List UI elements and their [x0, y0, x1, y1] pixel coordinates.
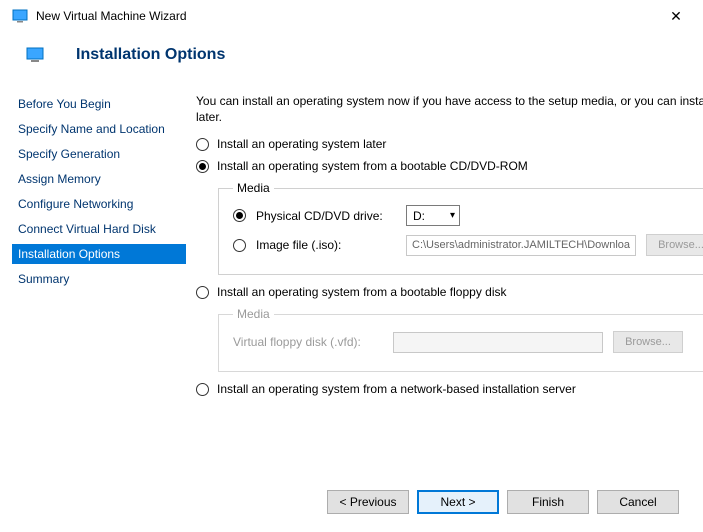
- window-title: New Virtual Machine Wizard: [36, 9, 657, 23]
- step-configure-networking[interactable]: Configure Networking: [12, 194, 186, 214]
- wizard-icon-large: [26, 46, 44, 64]
- chevron-down-icon: ▾: [450, 210, 455, 221]
- title-bar: New Virtual Machine Wizard ✕: [0, 0, 703, 30]
- browse-vfd-button: Browse...: [613, 331, 683, 353]
- drive-select[interactable]: D: ▾: [406, 205, 460, 226]
- radio-physical-drive[interactable]: [233, 209, 246, 222]
- wizard-icon: [12, 8, 28, 24]
- media-cd-legend: Media: [233, 181, 274, 195]
- label-install-later: Install an operating system later: [217, 137, 386, 151]
- step-summary[interactable]: Summary: [12, 269, 186, 289]
- media-floppy-legend: Media: [233, 307, 274, 321]
- step-specify-name[interactable]: Specify Name and Location: [12, 119, 186, 139]
- radio-install-floppy[interactable]: [196, 286, 209, 299]
- radio-install-later[interactable]: [196, 138, 209, 151]
- wizard-steps: Before You Begin Specify Name and Locati…: [6, 94, 186, 404]
- media-cd-group: Media Physical CD/DVD drive: D: ▾ Image …: [218, 181, 703, 275]
- finish-button[interactable]: Finish: [507, 490, 589, 514]
- radio-install-network[interactable]: [196, 383, 209, 396]
- label-install-floppy: Install an operating system from a boota…: [217, 285, 507, 299]
- browse-iso-button[interactable]: Browse...: [646, 234, 703, 256]
- intro-text: You can install an operating system now …: [196, 94, 703, 125]
- page-title: Installation Options: [76, 46, 225, 64]
- vfd-path-input: [393, 332, 603, 353]
- media-floppy-group: Media Virtual floppy disk (.vfd): Browse…: [218, 307, 703, 372]
- label-image-file: Image file (.iso):: [256, 238, 396, 252]
- step-before-you-begin[interactable]: Before You Begin: [12, 94, 186, 114]
- radio-image-file[interactable]: [233, 239, 246, 252]
- label-vfd: Virtual floppy disk (.vfd):: [233, 335, 383, 349]
- content-pane: You can install an operating system now …: [186, 94, 703, 404]
- page-header: Installation Options: [0, 30, 703, 80]
- step-assign-memory[interactable]: Assign Memory: [12, 169, 186, 189]
- label-physical-drive: Physical CD/DVD drive:: [256, 209, 396, 223]
- wizard-footer: < Previous Next > Finish Cancel: [327, 490, 679, 514]
- step-connect-vhd[interactable]: Connect Virtual Hard Disk: [12, 219, 186, 239]
- step-installation-options[interactable]: Installation Options: [12, 244, 186, 264]
- step-specify-generation[interactable]: Specify Generation: [12, 144, 186, 164]
- label-install-network: Install an operating system from a netwo…: [217, 382, 576, 396]
- radio-install-cd[interactable]: [196, 160, 209, 173]
- cancel-button[interactable]: Cancel: [597, 490, 679, 514]
- image-path-input[interactable]: [406, 235, 636, 256]
- close-button[interactable]: ✕: [657, 8, 695, 25]
- drive-value: D:: [413, 209, 425, 223]
- previous-button[interactable]: < Previous: [327, 490, 409, 514]
- label-install-cd: Install an operating system from a boota…: [217, 159, 528, 173]
- next-button[interactable]: Next >: [417, 490, 499, 514]
